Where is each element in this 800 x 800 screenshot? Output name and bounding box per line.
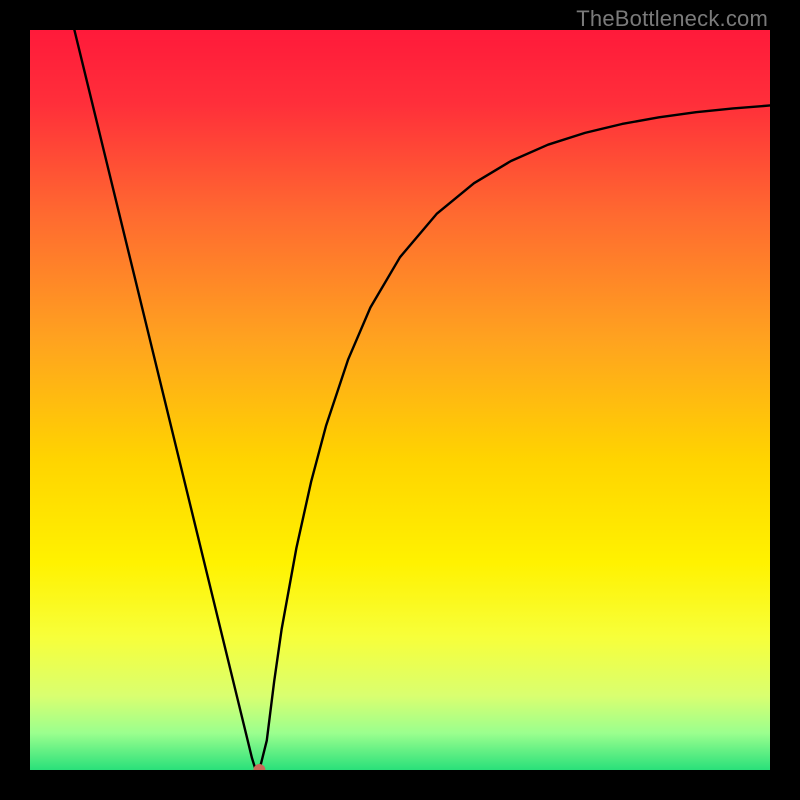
watermark-text: TheBottleneck.com <box>576 6 768 32</box>
curve-layer <box>30 30 770 770</box>
chart-frame: TheBottleneck.com <box>0 0 800 800</box>
plot-area <box>30 30 770 770</box>
bottleneck-curve <box>74 30 770 770</box>
